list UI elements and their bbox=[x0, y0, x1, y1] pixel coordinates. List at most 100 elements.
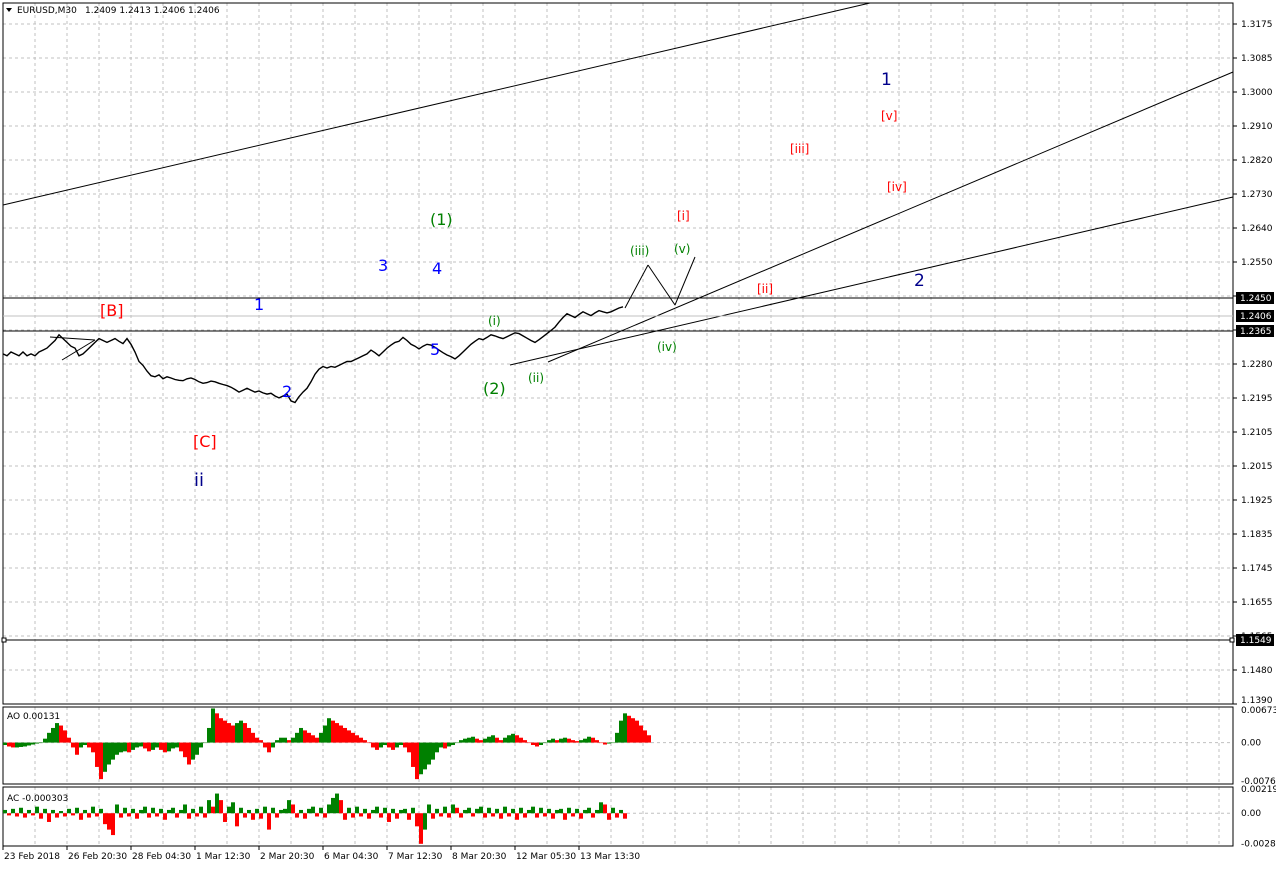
ao-bar bbox=[631, 718, 635, 743]
price-level-label: 1.1549 bbox=[1240, 636, 1272, 646]
ao-bar bbox=[95, 742, 99, 767]
ao-bar bbox=[647, 735, 651, 743]
price-tick-label: 1.3175 bbox=[1241, 20, 1273, 30]
ao-bar bbox=[91, 742, 95, 753]
ac-bar bbox=[291, 804, 295, 814]
ao-bar bbox=[343, 727, 347, 743]
ao-bar bbox=[395, 742, 399, 748]
ac-bar bbox=[359, 813, 363, 817]
ac-bar bbox=[167, 809, 171, 814]
ao-bar bbox=[403, 742, 407, 748]
ac-bar bbox=[387, 813, 391, 822]
ac-bar bbox=[223, 813, 227, 822]
ao-bar bbox=[535, 742, 539, 747]
ac-bar bbox=[255, 808, 259, 814]
ac-bar bbox=[47, 813, 51, 822]
ac-bar bbox=[427, 804, 431, 814]
ao-bar bbox=[399, 742, 403, 746]
ac-bar bbox=[55, 813, 59, 818]
ac-bar bbox=[507, 813, 511, 817]
wave-label: 5 bbox=[430, 340, 440, 359]
time-tick-label: 28 Feb 04:30 bbox=[132, 852, 191, 862]
ao-bar bbox=[3, 742, 7, 746]
ao-bar bbox=[371, 742, 375, 748]
ao-bar bbox=[531, 742, 535, 746]
ao-bar bbox=[39, 742, 43, 744]
wave-label: 4 bbox=[432, 259, 442, 278]
ac-bar bbox=[619, 809, 623, 814]
ao-bar bbox=[523, 740, 527, 743]
price-tick-label: 1.2015 bbox=[1241, 462, 1273, 472]
ac-bar bbox=[331, 797, 335, 814]
ao-bar bbox=[259, 740, 263, 743]
ac-bar bbox=[463, 809, 467, 814]
ac-bar bbox=[339, 800, 343, 814]
ao-bar bbox=[367, 742, 371, 744]
ao-indicator-title: AO 0.00131 bbox=[7, 712, 60, 722]
ao-bar bbox=[459, 740, 463, 743]
ao-bar bbox=[287, 740, 291, 743]
ac-bar bbox=[287, 800, 291, 814]
ac-bar bbox=[475, 808, 479, 814]
ac-bar bbox=[379, 813, 383, 818]
ao-bar bbox=[191, 742, 195, 760]
ao-bar bbox=[575, 741, 579, 743]
ao-bar bbox=[55, 723, 59, 743]
ao-bar bbox=[435, 742, 439, 753]
time-tick-label: 7 Mar 12:30 bbox=[388, 852, 443, 862]
ac-bar bbox=[327, 804, 331, 814]
ac-bar bbox=[303, 813, 307, 819]
ac-bar bbox=[447, 813, 451, 818]
wave-label: ii bbox=[194, 470, 204, 491]
ao-bar bbox=[627, 715, 631, 743]
ac-bar bbox=[559, 808, 563, 814]
time-tick-label: 23 Feb 2018 bbox=[4, 852, 60, 862]
level-handle-left[interactable] bbox=[1, 637, 7, 643]
price-level-label: 1.2365 bbox=[1240, 327, 1272, 337]
price-tick-label: 1.1745 bbox=[1241, 564, 1273, 574]
ao-bar bbox=[43, 738, 47, 743]
chart-svg[interactable]: [B] [C] ii 1 2 3 4 5 (1) (2) (i) (ii) (iii) (iv) (v) [i… bbox=[0, 0, 1276, 866]
price-tick-label: 1.1835 bbox=[1241, 530, 1273, 540]
ao-bar bbox=[227, 723, 231, 743]
ao-bar bbox=[379, 742, 383, 748]
ao-bar bbox=[87, 742, 91, 748]
ac-bar bbox=[187, 813, 191, 819]
wave-label: [C] bbox=[193, 432, 217, 451]
ao-bar bbox=[267, 742, 271, 753]
ac-bar bbox=[455, 807, 459, 814]
ao-bar bbox=[223, 720, 227, 743]
ac-bar bbox=[467, 807, 471, 814]
ao-bar bbox=[35, 742, 39, 744]
ac-bar bbox=[115, 804, 119, 814]
level-handle-right[interactable] bbox=[1229, 637, 1235, 643]
ac-bar bbox=[259, 813, 263, 819]
ac-bar bbox=[595, 809, 599, 814]
ao-bar bbox=[187, 742, 191, 765]
ao-bar bbox=[215, 713, 219, 743]
ac-bar bbox=[351, 813, 355, 818]
price-tick-label: 1.1655 bbox=[1241, 598, 1273, 608]
ao-bar bbox=[483, 738, 487, 743]
ac-bar bbox=[563, 813, 567, 820]
ao-bar bbox=[423, 742, 427, 770]
ac-bar bbox=[195, 813, 199, 817]
ac-bar bbox=[151, 807, 155, 814]
ao-bar bbox=[383, 742, 387, 746]
price-tick-label: 1.2910 bbox=[1241, 122, 1273, 132]
ac-bar bbox=[311, 806, 315, 814]
price-tick-label: 1.2730 bbox=[1241, 190, 1273, 200]
ao-bar bbox=[7, 742, 11, 747]
wave-label: (1) bbox=[430, 210, 453, 229]
ac-bar bbox=[623, 813, 627, 819]
ao-bar bbox=[247, 727, 251, 743]
ac-bar bbox=[23, 813, 27, 818]
ao-bar bbox=[495, 737, 499, 743]
price-tick-label: 1.2550 bbox=[1241, 258, 1273, 268]
ac-bar bbox=[91, 806, 95, 814]
ao-bar bbox=[279, 737, 283, 743]
ohlc-readout: 1.2409 1.2413 1.2406 1.2406 bbox=[85, 6, 220, 16]
ac-bar bbox=[215, 793, 219, 814]
ac-bar bbox=[79, 813, 83, 820]
price-tick-label: 1.1480 bbox=[1241, 666, 1273, 676]
